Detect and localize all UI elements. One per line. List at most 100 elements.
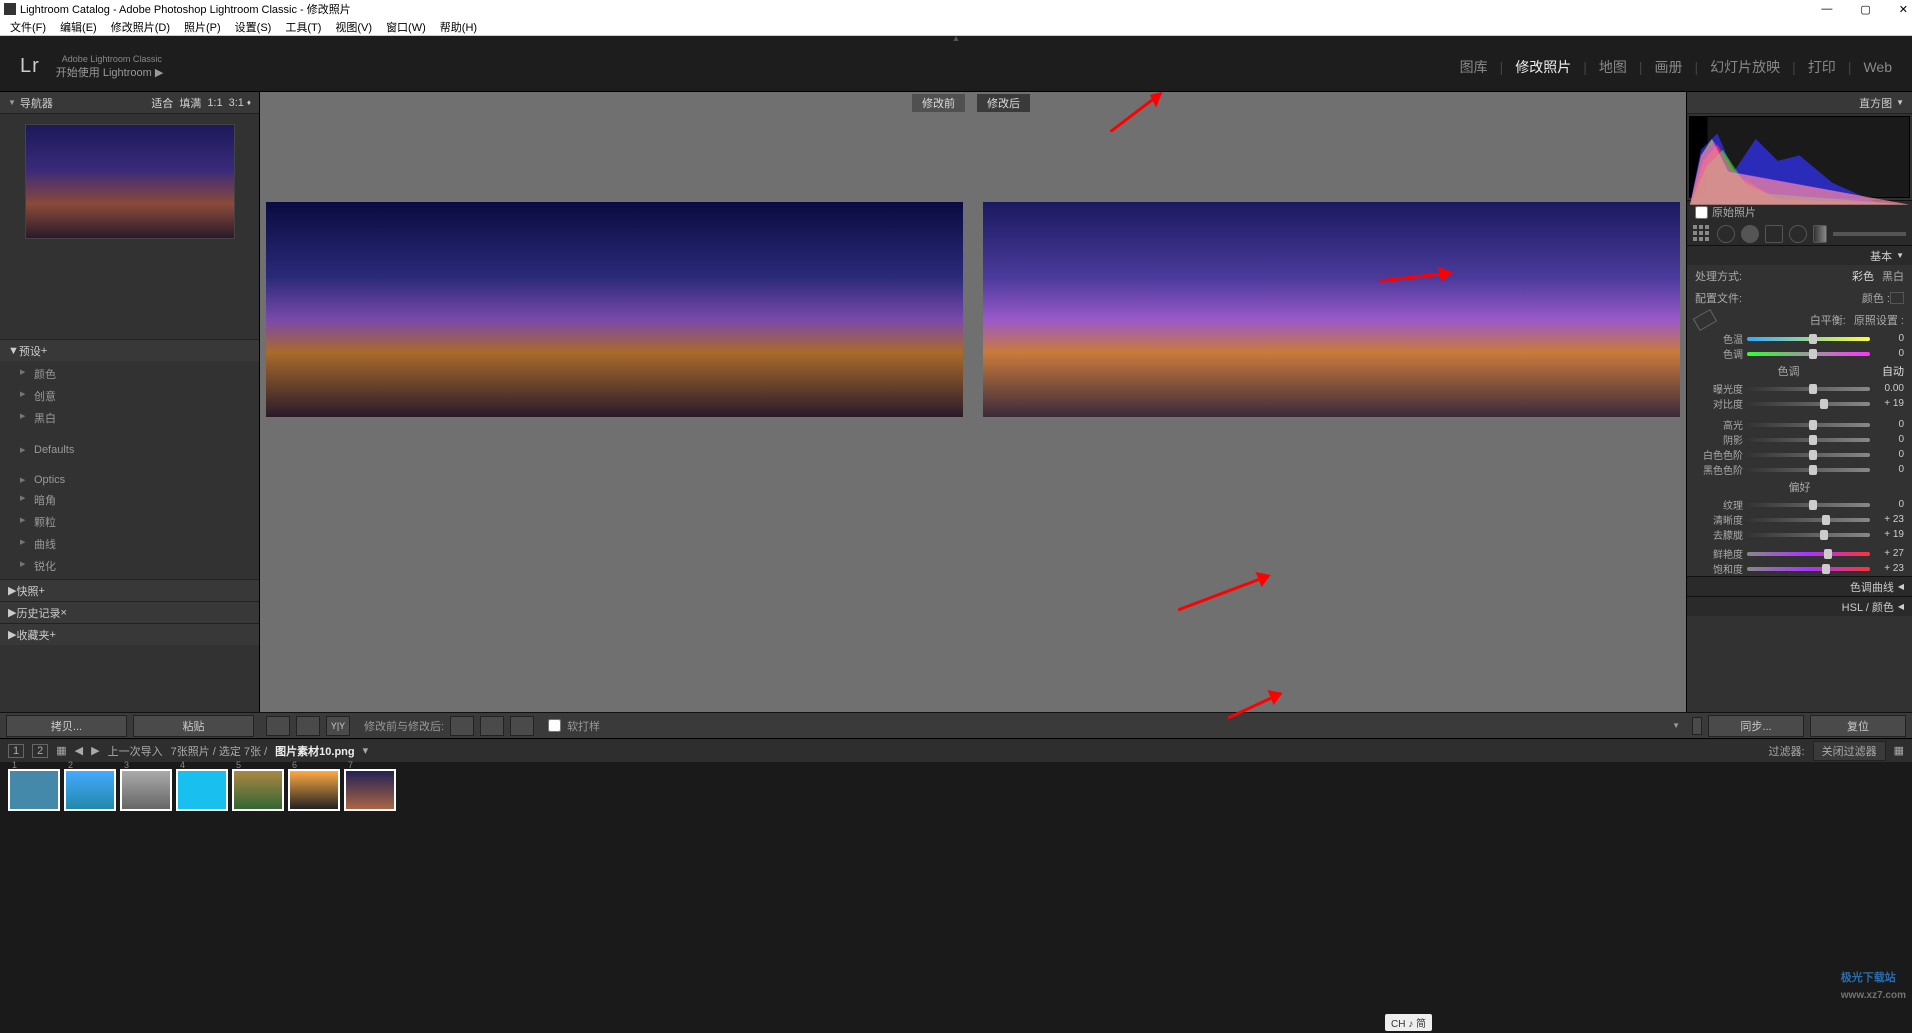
paste-button[interactable]: 粘贴 [133,715,254,737]
dehaze-value[interactable]: + 19 [1874,529,1904,540]
whites-slider[interactable] [1747,453,1870,457]
copy-after-icon[interactable] [510,716,534,736]
tint-slider[interactable] [1747,352,1870,356]
shadows-slider[interactable] [1747,438,1870,442]
panel-switch-icon[interactable] [1692,717,1702,735]
before-image[interactable] [266,202,963,417]
grad-tool-icon[interactable] [1765,225,1783,243]
collections-header[interactable]: ▶收藏夹+ [0,623,259,645]
basic-header[interactable]: 基本 ▼ [1687,245,1912,265]
filmstrip-thumb-2[interactable]: 2 [64,769,116,811]
copy-before-icon[interactable] [480,716,504,736]
highlights-value[interactable]: 0 [1874,419,1904,430]
tint-value[interactable]: 0 [1874,348,1904,359]
menu-help[interactable]: 帮助(H) [436,19,481,35]
menu-edit[interactable]: 编辑(E) [56,19,101,35]
spot-tool-icon[interactable] [1717,225,1735,243]
blacks-value[interactable]: 0 [1874,464,1904,475]
filmstrip-thumb-5[interactable]: 5 [232,769,284,811]
start-link[interactable]: 开始使用 Lightroom ▶ [56,64,164,80]
highlights-slider[interactable] [1747,423,1870,427]
texture-slider[interactable] [1747,503,1870,507]
dehaze-slider[interactable] [1747,533,1870,537]
eyedropper-icon[interactable] [1693,309,1717,331]
module-web[interactable]: Web [1863,59,1892,75]
exposure-value[interactable]: 0.00 [1874,383,1904,394]
preset-grain[interactable]: 颗粒 [0,511,259,533]
menu-settings[interactable]: 设置(S) [231,19,276,35]
softproof-checkbox[interactable] [548,719,561,732]
survey-view-icon[interactable]: Y|Y [326,716,350,736]
menu-tools[interactable]: 工具(T) [281,19,325,35]
menu-window[interactable]: 窗口(W) [382,19,430,35]
temp-slider[interactable] [1747,337,1870,341]
preset-optics[interactable]: Optics [0,471,259,489]
filter-dropdown[interactable]: 关闭过滤器 [1813,741,1886,761]
snapshots-add-icon[interactable]: + [38,585,44,597]
hsl-header[interactable]: HSL / 颜色◀ [1687,596,1912,616]
clarity-value[interactable]: + 23 [1874,514,1904,525]
contrast-value[interactable]: + 19 [1874,398,1904,409]
menu-view[interactable]: 视图(V) [331,19,376,35]
source-label[interactable]: 上一次导入 [108,743,163,759]
crop-tool-icon[interactable] [1693,225,1711,243]
preset-defaults[interactable]: Defaults [0,441,259,459]
preset-vignette[interactable]: 暗角 [0,489,259,511]
sync-button[interactable]: 同步... [1708,715,1804,737]
zoom-fill[interactable]: 填满 [179,95,201,111]
exposure-slider[interactable] [1747,387,1870,391]
history-header[interactable]: ▶历史记录× [0,601,259,623]
module-develop[interactable]: 修改照片 [1515,57,1571,77]
filmstrip-thumb-1[interactable]: 1 [8,769,60,811]
original-checkbox[interactable] [1695,206,1708,219]
monitor-2-icon[interactable]: 2 [32,744,48,758]
preset-creative[interactable]: 创意 [0,385,259,407]
radial-tool-icon[interactable] [1789,225,1807,243]
tonecurve-header[interactable]: 色调曲线◀ [1687,576,1912,596]
loupe-view-icon[interactable] [266,716,290,736]
brush-tool-icon[interactable] [1813,225,1827,243]
navigator-preview[interactable] [25,124,235,239]
window-minimize[interactable]: — [1821,3,1832,16]
treatment-color[interactable]: 彩色 [1852,268,1874,284]
filmstrip-thumb-6[interactable]: 6 [288,769,340,811]
copy-button[interactable]: 拷贝... [6,715,127,737]
module-slideshow[interactable]: 幻灯片放映 [1710,57,1780,77]
presets-add-icon[interactable]: + [41,345,47,357]
prev-photo-icon[interactable]: ◀ [75,744,83,757]
presets-header[interactable]: ▼预设+ [0,339,259,361]
preset-bw[interactable]: 黑白 [0,407,259,429]
profile-value[interactable]: 颜色 : [1862,290,1890,306]
blacks-slider[interactable] [1747,468,1870,472]
zoom-3-1[interactable]: 3:1 [229,97,244,109]
vibrance-value[interactable]: + 27 [1874,548,1904,559]
grid-icon[interactable]: ▦ [56,744,66,757]
window-close[interactable]: ✕ [1899,3,1908,16]
menu-photo[interactable]: 照片(P) [180,19,225,35]
texture-value[interactable]: 0 [1874,499,1904,510]
whites-value[interactable]: 0 [1874,449,1904,460]
module-print[interactable]: 打印 [1808,57,1836,77]
compare-view-icon[interactable] [296,716,320,736]
filter-lock-icon[interactable]: ▦ [1894,744,1904,757]
preset-sharpen[interactable]: 锐化 [0,555,259,577]
reset-button[interactable]: 复位 [1810,715,1906,737]
profile-browser-icon[interactable] [1890,292,1904,304]
menu-file[interactable]: 文件(F) [6,19,50,35]
filmstrip-thumb-4[interactable]: 4 [176,769,228,811]
temp-value[interactable]: 0 [1874,333,1904,344]
next-photo-icon[interactable]: ▶ [91,744,99,757]
toolbar-collapse-icon[interactable]: ▼ [1672,721,1680,730]
filmstrip-thumb-7[interactable]: 7 [344,769,396,811]
tool-slider[interactable] [1833,232,1906,236]
shadows-value[interactable]: 0 [1874,434,1904,445]
swap-icon[interactable] [450,716,474,736]
histogram-display[interactable] [1689,116,1910,198]
treatment-bw[interactable]: 黑白 [1882,268,1904,284]
saturation-value[interactable]: + 23 [1874,563,1904,574]
filmstrip-thumb-3[interactable]: 3 [120,769,172,811]
window-maximize[interactable]: ▢ [1860,3,1870,16]
redeye-tool-icon[interactable] [1741,225,1759,243]
after-image[interactable] [983,202,1680,417]
snapshots-header[interactable]: ▶快照+ [0,579,259,601]
